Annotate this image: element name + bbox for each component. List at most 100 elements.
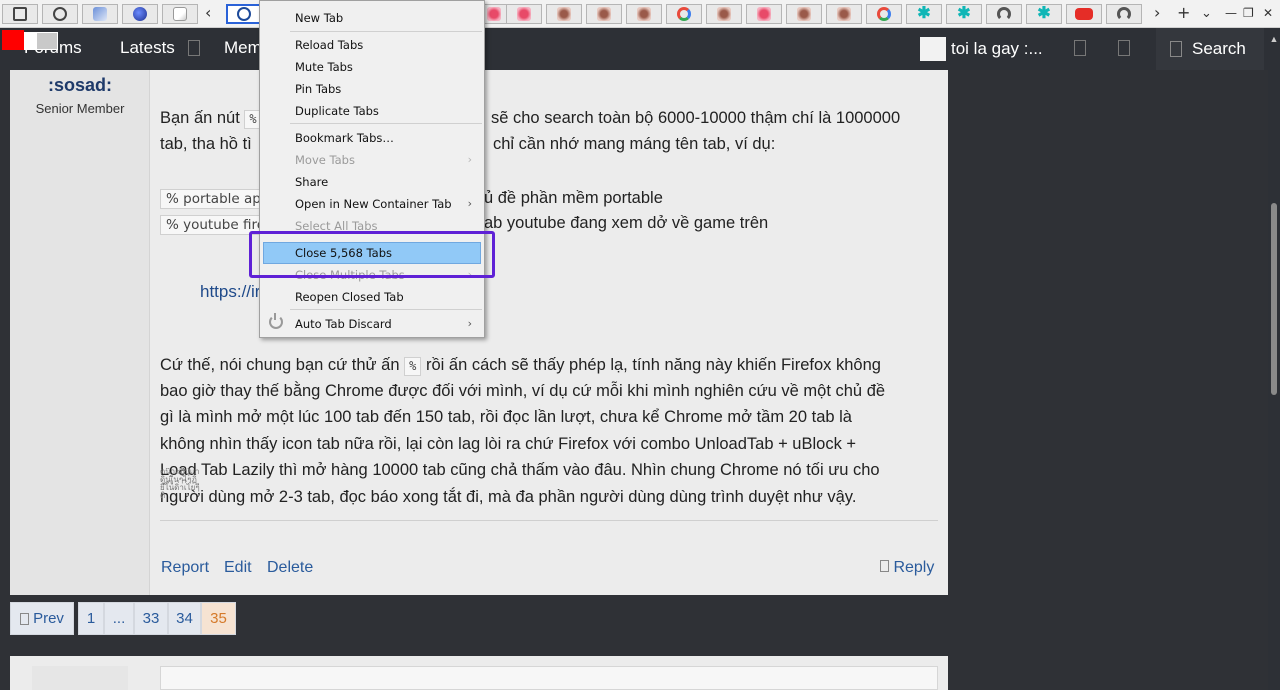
google-favicon-icon bbox=[877, 7, 891, 21]
signature-glyphs: ตนิ๋า๋เ่ญี่ปุ่่แ่า่ดิูนเุ่ิู้่นๆ่ไๆ่ฏิ่ย… bbox=[160, 468, 200, 500]
post-paragraph-2-line-4: không nhìn thấy icon tab nữa rồi, lại cò… bbox=[160, 435, 857, 453]
scroll-up-icon[interactable]: ▲ bbox=[1268, 34, 1280, 44]
scroll-tabs-right-icon[interactable]: › bbox=[1154, 3, 1160, 22]
close-window-icon[interactable]: ✕ bbox=[1263, 6, 1273, 20]
menu-reopen-closed-tab[interactable]: Reopen Closed Tab bbox=[295, 287, 404, 307]
menu-share[interactable]: Share bbox=[295, 172, 328, 192]
menu-pin-tabs[interactable]: Pin Tabs bbox=[295, 79, 341, 99]
tab[interactable] bbox=[746, 4, 782, 24]
tab[interactable] bbox=[506, 4, 542, 24]
tab[interactable] bbox=[546, 4, 582, 24]
tab[interactable]: ✱ bbox=[946, 4, 982, 24]
tab[interactable] bbox=[666, 4, 702, 24]
reply-button[interactable]: Reply bbox=[880, 559, 934, 577]
tab[interactable] bbox=[1106, 4, 1142, 24]
report-link[interactable]: Report bbox=[161, 559, 209, 577]
tab[interactable] bbox=[706, 4, 742, 24]
menu-open-in-container[interactable]: Open in New Container Tab bbox=[295, 194, 452, 214]
search-button[interactable]: Search bbox=[1156, 28, 1264, 70]
menu-new-tab[interactable]: New Tab bbox=[295, 8, 343, 28]
github-favicon-icon bbox=[997, 7, 1011, 21]
post-paragraph-1-line-1-tail: sẽ cho search toàn bộ 6000-10000 thậm ch… bbox=[491, 109, 901, 127]
inbox-icon[interactable] bbox=[1074, 40, 1086, 56]
menu-auto-tab-discard[interactable]: Auto Tab Discard bbox=[295, 314, 392, 334]
submenu-arrow-icon: › bbox=[467, 197, 472, 210]
author-column: :sosad: Senior Member bbox=[10, 70, 150, 595]
notification-grey-badge bbox=[24, 32, 58, 50]
new-tab-icon[interactable]: + bbox=[1177, 3, 1190, 22]
post-paragraph-1-line-1: Bạn ấn nút % bbox=[160, 105, 262, 132]
menu-move-tabs: Move Tabs bbox=[295, 153, 355, 167]
page-scrollbar[interactable]: ▲ bbox=[1268, 28, 1280, 690]
menu-mute-tabs[interactable]: Mute Tabs bbox=[295, 57, 353, 77]
extensions-button[interactable] bbox=[2, 4, 38, 24]
pink-favicon-icon bbox=[487, 7, 501, 21]
tab[interactable] bbox=[82, 4, 118, 24]
edit-link[interactable]: Edit bbox=[224, 559, 252, 577]
tab[interactable] bbox=[866, 4, 902, 24]
minimize-icon[interactable]: — bbox=[1225, 6, 1237, 20]
youtube-favicon-icon bbox=[1075, 8, 1093, 20]
puzzle-icon bbox=[13, 7, 27, 21]
inline-code: % bbox=[404, 357, 422, 376]
avatar[interactable] bbox=[920, 37, 946, 61]
scroll-tabs-left-icon[interactable]: ‹ bbox=[205, 3, 211, 22]
star-favicon-icon: ✱ bbox=[917, 5, 931, 22]
nav-members[interactable]: Mem bbox=[224, 38, 262, 58]
prev-icon bbox=[20, 612, 30, 625]
tab[interactable] bbox=[786, 4, 822, 24]
scrollbar-thumb[interactable] bbox=[1271, 203, 1277, 395]
power-icon bbox=[269, 313, 283, 329]
ameba-favicon-icon bbox=[837, 7, 851, 21]
menu-separator bbox=[290, 309, 482, 310]
tab[interactable] bbox=[626, 4, 662, 24]
author-role: Senior Member bbox=[35, 101, 125, 116]
menu-bookmark-tabs[interactable]: Bookmark Tabs… bbox=[295, 128, 394, 148]
notification-red-badge bbox=[2, 30, 24, 50]
tab-context-menu: New Tab Reload Tabs Mute Tabs Pin Tabs D… bbox=[259, 0, 485, 338]
post-link[interactable]: https://ir bbox=[200, 282, 260, 302]
page-favicon-icon bbox=[173, 7, 187, 21]
delete-link[interactable]: Delete bbox=[267, 559, 313, 577]
tab[interactable] bbox=[1066, 4, 1102, 24]
browser-tab-strip: ‹ ✱ ✱ ✱ › + ⌄ — ❐ ✕ bbox=[0, 0, 1280, 28]
page-link[interactable]: 33 bbox=[134, 602, 168, 635]
tab[interactable]: ✱ bbox=[1026, 4, 1062, 24]
text: Bạn ấn nút bbox=[160, 109, 240, 127]
tab[interactable] bbox=[122, 4, 158, 24]
reply-label: Reply bbox=[893, 559, 935, 576]
dropdown-icon[interactable] bbox=[188, 40, 200, 56]
list-all-tabs-icon[interactable]: ⌄ bbox=[1201, 6, 1212, 21]
page-link[interactable]: 34 bbox=[168, 602, 201, 635]
tab-active[interactable] bbox=[226, 4, 262, 24]
tab[interactable] bbox=[986, 4, 1022, 24]
tab[interactable] bbox=[162, 4, 198, 24]
star-favicon-icon: ✱ bbox=[1037, 5, 1051, 22]
menu-reload-tabs[interactable]: Reload Tabs bbox=[295, 35, 363, 55]
gear-icon bbox=[53, 7, 67, 21]
page-ellipsis[interactable]: ... bbox=[104, 602, 134, 635]
restore-icon[interactable]: ❐ bbox=[1243, 6, 1254, 20]
user-menu[interactable]: toi la gay :... bbox=[951, 39, 1043, 59]
post-paragraph-2-line-5: Load Tab Lazily thì mở hàng 10000 tab cũ… bbox=[160, 461, 880, 479]
search-icon bbox=[1170, 41, 1182, 57]
pink-favicon-icon bbox=[757, 7, 771, 21]
tab[interactable]: ✱ bbox=[906, 4, 942, 24]
nav-latests[interactable]: Latests bbox=[120, 38, 175, 58]
author-name[interactable]: :sosad: bbox=[10, 75, 150, 96]
ameba-favicon-icon bbox=[597, 7, 611, 21]
prev-page-button[interactable]: Prev bbox=[10, 602, 74, 635]
settings-tab[interactable] bbox=[42, 4, 78, 24]
ameba-favicon-icon bbox=[797, 7, 811, 21]
wave-favicon-icon bbox=[93, 7, 107, 21]
menu-duplicate-tabs[interactable]: Duplicate Tabs bbox=[295, 101, 379, 121]
code-snippet-description: ủ đề phần mềm portable bbox=[484, 189, 663, 207]
avatar[interactable] bbox=[32, 666, 128, 690]
alerts-icon[interactable] bbox=[1118, 40, 1130, 56]
globe-favicon-icon bbox=[133, 7, 147, 21]
tab[interactable] bbox=[586, 4, 622, 24]
post-paragraph-2-line-3: gì là mình mở một lúc 100 tab đến 150 ta… bbox=[160, 408, 852, 426]
page-link[interactable]: 1 bbox=[78, 602, 104, 635]
tab[interactable] bbox=[826, 4, 862, 24]
page-current: 35 bbox=[201, 602, 236, 635]
